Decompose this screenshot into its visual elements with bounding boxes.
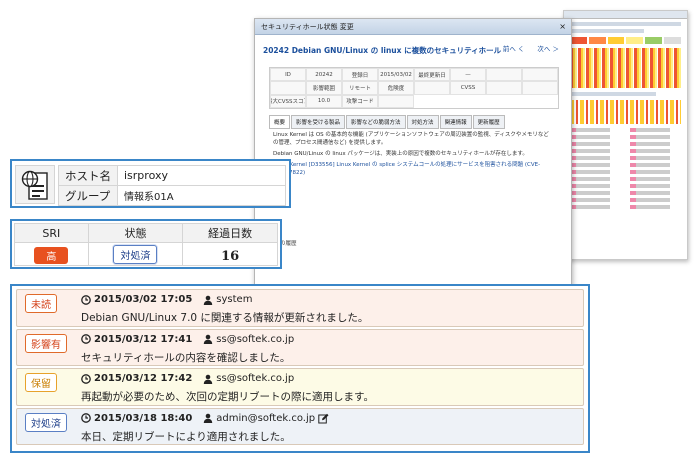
dialog-grid-cell: ID <box>270 68 306 82</box>
state-header: 状態 <box>87 223 184 243</box>
dialog-link[interactable]: Linux Kernel [D33556] Linux Kernel の spl… <box>273 161 553 177</box>
background-overview-screenshot <box>563 10 688 260</box>
edit-icon[interactable] <box>318 413 329 424</box>
sri-header: SRI <box>14 223 89 243</box>
dialog-description: Linux Kernel は OS の基本的な機能 (アプリケーションソフトウェ… <box>273 131 553 177</box>
host-info-card: ホスト名 isrproxy グループ 情報系01A <box>10 159 291 208</box>
status-table: SRI 状態 経過日数 高 対処済 16 <box>14 223 278 266</box>
status-tag-resolved: 対処済 <box>25 412 67 432</box>
user-icon <box>204 413 213 423</box>
group-value: 情報系01A <box>117 185 286 206</box>
log-message: 再起動が必要のため、次回の定期リブートの際に適用します。 <box>81 391 374 403</box>
dialog-tab[interactable]: 影響を受ける製品 <box>291 115 346 129</box>
server-globe-icon <box>21 170 48 200</box>
dialog-grid-cell <box>414 81 450 95</box>
host-table: ホスト名 isrproxy グループ 情報系01A <box>58 165 286 206</box>
dialog-grid-cell: 10.0 <box>306 94 342 108</box>
dialog-text: Linux Kernel は OS の基本的な機能 (アプリケーションソフトウェ… <box>273 132 549 146</box>
dialog-grid-cell: 危険度 <box>378 81 414 95</box>
dialog-tab[interactable]: 概要 <box>269 115 291 129</box>
dialog-grid-cell: リモート <box>342 81 378 95</box>
background-dialog-screenshot: セキュリティホール状態 変更 × 20242 Debian GNU/Linux … <box>254 18 572 286</box>
sri-cell: 高 <box>14 242 89 266</box>
clock-icon <box>81 413 91 423</box>
group-label: グループ <box>58 185 118 206</box>
close-icon[interactable]: × <box>559 19 566 35</box>
host-name-value: isrproxy <box>117 165 286 186</box>
days-header: 経過日数 <box>182 223 278 243</box>
sri-badge: 高 <box>34 246 69 264</box>
status-card: SRI 状態 経過日数 高 対処済 16 <box>10 219 282 269</box>
dialog-grid-cell: 登録日 <box>342 68 378 82</box>
dialog-tab[interactable]: 対処方法 <box>406 115 439 129</box>
dialog-grid-cell: CVSS <box>450 81 486 95</box>
log-time: 2015/03/18 18:40 <box>94 412 193 424</box>
clock-icon <box>81 334 91 344</box>
host-name-label: ホスト名 <box>58 165 118 186</box>
log-time: 2015/03/12 17:42 <box>94 373 193 384</box>
dialog-grid-cell: 最終更新日 <box>414 68 450 82</box>
dialog-tabs: 概要 影響を受ける製品 影響などの脆弱方法 対処方法 関連情報 更新履歴 <box>269 115 505 129</box>
log-user: system <box>216 294 253 305</box>
user-icon <box>204 334 213 344</box>
dialog-titlebar: セキュリティホール状態 変更 × <box>255 19 571 35</box>
status-tag-affected: 影響有 <box>25 333 67 353</box>
dialog-grid-cell <box>486 81 522 95</box>
dialog-grid-cell <box>486 68 522 82</box>
log-time: 2015/03/02 17:05 <box>94 294 193 305</box>
dialog-grid-cell: 20242 <box>306 68 342 82</box>
log-entry: 影響有 2015/03/12 17:41 ss@softek.co.jp セキュ… <box>16 328 584 366</box>
dialog-tab[interactable]: 影響などの脆弱方法 <box>346 115 406 129</box>
log-message: セキュリティホールの内容を確認しました。 <box>81 351 291 364</box>
dialog-title: セキュリティホール状態 変更 <box>261 23 354 31</box>
elapsed-days: 16 <box>221 248 240 264</box>
dialog-grid-cell: 影響範囲 <box>306 81 342 95</box>
log-user: ss@softek.co.jp <box>216 333 295 345</box>
log-entry: 保留 2015/03/12 17:42 ss@softek.co.jp 再起動が… <box>16 368 584 406</box>
user-icon <box>204 374 213 384</box>
dialog-text: Debian GNU/Linux の linux パッケージは、実装上の原因で複… <box>273 151 528 157</box>
dialog-grid-cell: 攻撃コード <box>342 94 378 108</box>
log-entry: 対処済 2015/03/18 18:40 admin@softek.co.jp … <box>16 407 584 445</box>
clock-icon <box>81 294 91 305</box>
dialog-tab[interactable]: 更新履歴 <box>472 115 505 129</box>
days-cell: 16 <box>182 242 278 266</box>
state-badge[interactable]: 対処済 <box>113 245 158 264</box>
dialog-grid-cell: 2015/03/02 <box>378 68 414 82</box>
dialog-grid-cell <box>522 81 558 95</box>
user-icon <box>204 295 213 305</box>
dialog-grid-cell <box>522 68 558 82</box>
dialog-pager[interactable]: 前へ く 次へ ＞ <box>503 43 559 53</box>
log-entry: 未読 2015/03/02 17:05 system Debian GNU/Li… <box>16 289 584 327</box>
dialog-grid-cell: 最大CVSSスコア <box>270 94 306 108</box>
dialog-tab[interactable]: 関連情報 <box>439 115 472 129</box>
status-tag-unread: 未読 <box>25 294 57 313</box>
log-user: ss@softek.co.jp <box>216 373 295 384</box>
history-log: 未読 2015/03/02 17:05 system Debian GNU/Li… <box>10 284 590 453</box>
log-message: 本日、定期リブートにより適用されました。 <box>81 430 291 443</box>
dialog-grid-cell: — <box>450 68 486 82</box>
clock-icon <box>81 373 91 384</box>
log-user: admin@softek.co.jp <box>216 412 316 424</box>
status-tag-pending: 保留 <box>25 373 57 392</box>
host-icon-cell <box>15 165 55 204</box>
dialog-grid-cell <box>270 81 306 95</box>
log-message: Debian GNU/Linux 7.0 に関連する情報が更新されました。 <box>81 312 369 324</box>
log-time: 2015/03/12 17:41 <box>94 333 193 345</box>
dialog-info-grid: ID 20242 登録日 2015/03/02 最終更新日 — 影響範囲 リモート 危険度 CVS… <box>269 67 559 109</box>
state-cell: 対処済 <box>87 242 184 266</box>
dialog-grid-cell <box>378 94 414 108</box>
